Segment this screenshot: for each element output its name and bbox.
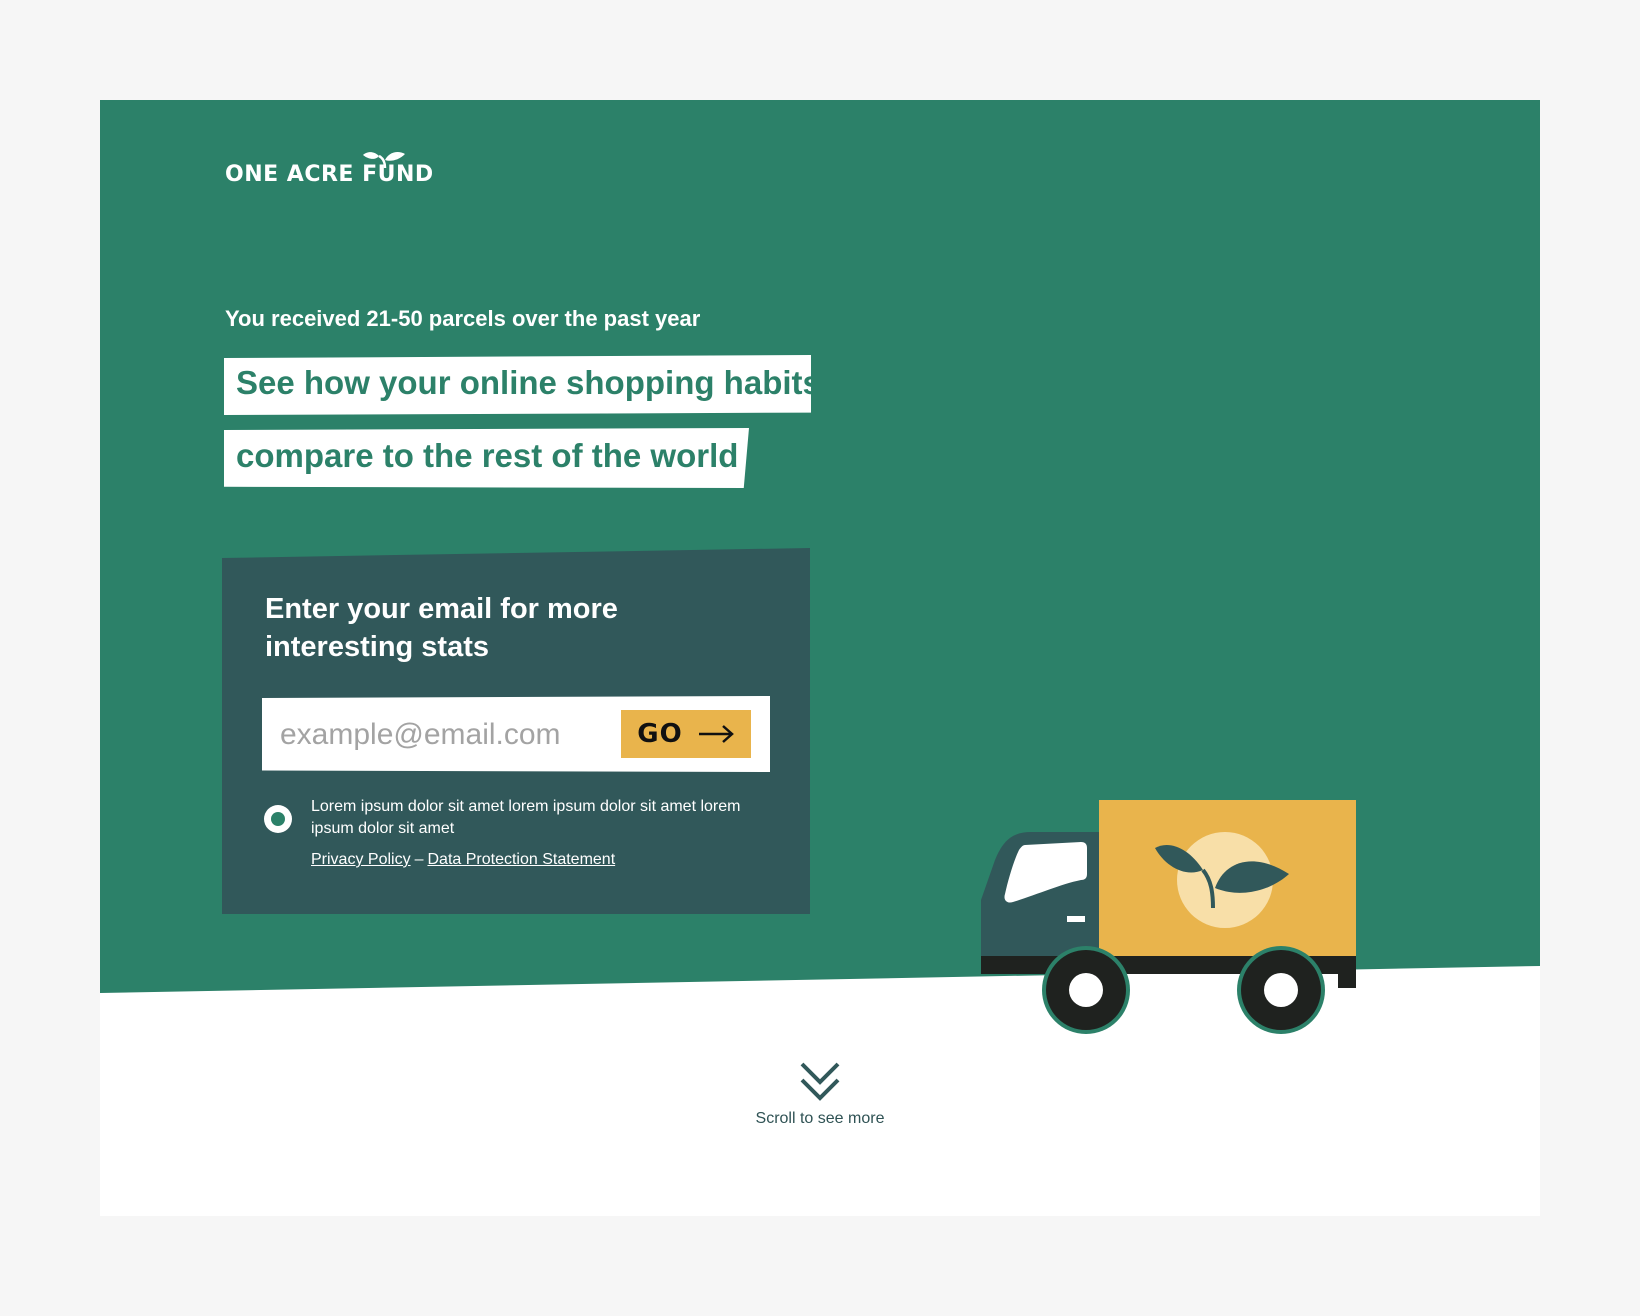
email-form: GO: [262, 696, 770, 772]
consent-radio[interactable]: [264, 805, 292, 833]
link-separator: –: [414, 851, 424, 868]
brand-logo[interactable]: ONE ACRE FUND: [225, 148, 435, 194]
chevron-double-down-icon[interactable]: [798, 1060, 842, 1104]
delivery-truck-illustration: [981, 800, 1356, 1034]
headline-line-1: See how your online shopping habits: [224, 355, 811, 415]
landing-card: ONE ACRE FUND You received 21-50 parcels…: [100, 100, 1540, 1216]
go-button-label: GO: [637, 719, 683, 749]
parcel-summary: You received 21-50 parcels over the past…: [225, 306, 701, 331]
privacy-policy-link[interactable]: Privacy Policy: [311, 851, 411, 868]
arrow-right-icon: [698, 725, 734, 743]
email-input[interactable]: [278, 710, 612, 760]
go-button[interactable]: GO: [621, 710, 751, 758]
legal-links: Privacy Policy – Data Protection Statement: [311, 851, 615, 869]
headline-line-2: compare to the rest of the world: [224, 428, 749, 488]
scroll-hint: Scroll to see more: [755, 1110, 885, 1127]
data-protection-link[interactable]: Data Protection Statement: [427, 851, 615, 868]
email-signup-panel: Enter your email for more interesting st…: [222, 548, 810, 914]
consent-text: Lorem ipsum dolor sit amet lorem ipsum d…: [311, 798, 741, 837]
signup-title: Enter your email for more interesting st…: [265, 593, 618, 663]
leaf-icon: [363, 152, 405, 169]
